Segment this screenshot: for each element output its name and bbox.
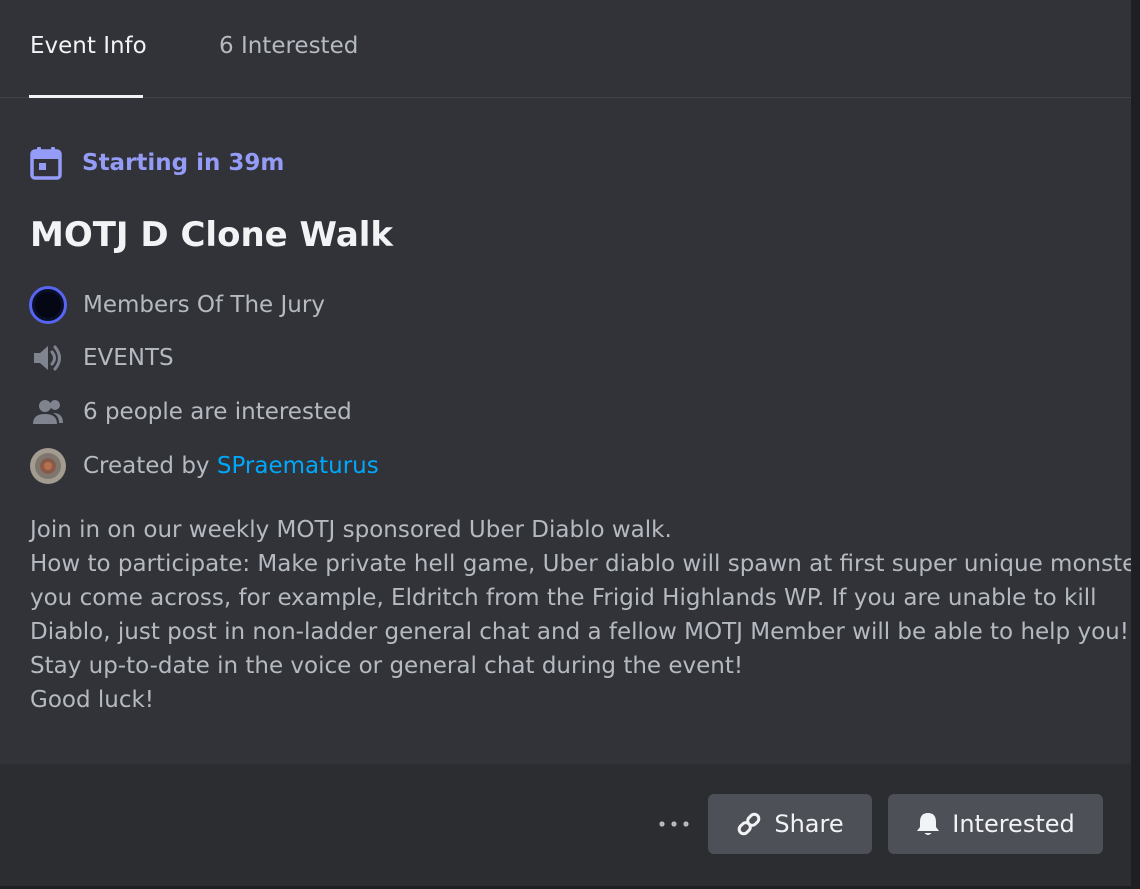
created-by-prefix: Created by xyxy=(83,453,217,479)
speaker-icon xyxy=(29,339,67,377)
calendar-icon xyxy=(30,146,62,180)
server-name: Members Of The Jury xyxy=(83,292,325,318)
event-modal: Event Info 6 Interested Starting in 39m … xyxy=(0,0,1131,886)
interested-label: Interested xyxy=(952,810,1075,838)
interested-button[interactable]: Interested xyxy=(888,794,1103,854)
tab-bar: Event Info 6 Interested xyxy=(0,0,1131,98)
event-description: Join in on our weekly MOTJ sponsored Ube… xyxy=(30,513,1131,717)
channel-name: EVENTS xyxy=(83,345,174,371)
created-by-text: Created by SPraematurus xyxy=(83,451,379,481)
share-button[interactable]: Share xyxy=(708,794,872,854)
event-status: Starting in 39m xyxy=(30,145,284,181)
more-dots-icon xyxy=(658,820,690,828)
share-label: Share xyxy=(774,810,844,838)
people-icon xyxy=(29,393,67,431)
active-tab-indicator xyxy=(29,95,143,98)
channel-row: EVENTS xyxy=(29,338,174,378)
more-options-button[interactable] xyxy=(653,808,695,840)
link-icon xyxy=(736,811,762,837)
window-edge-right xyxy=(1131,0,1140,889)
status-text: Starting in 39m xyxy=(82,150,285,176)
creator-link[interactable]: SPraematurus xyxy=(217,453,379,479)
description-line: Diablo, just post in non-ladder general … xyxy=(30,619,1129,645)
server-avatar xyxy=(29,286,67,324)
server-row: Members Of The Jury xyxy=(29,285,325,325)
tab-interested[interactable]: 6 Interested xyxy=(219,31,358,61)
description-line: you come across, for example, Eldritch f… xyxy=(30,585,1097,611)
description-line: Good luck! xyxy=(30,687,155,713)
creator-avatar[interactable] xyxy=(29,447,67,485)
bell-icon xyxy=(916,811,940,837)
interested-count-text: 6 people are interested xyxy=(83,399,352,425)
creator-row: Created by SPraematurus xyxy=(29,446,379,486)
interested-row: 6 people are interested xyxy=(29,392,352,432)
tab-event-info[interactable]: Event Info xyxy=(30,31,147,61)
description-line: Join in on our weekly MOTJ sponsored Ube… xyxy=(30,517,672,543)
description-line: How to participate: Make private hell ga… xyxy=(30,551,1131,577)
event-title: MOTJ D Clone Walk xyxy=(30,215,394,255)
description-line: Stay up-to-date in the voice or general … xyxy=(30,653,744,679)
